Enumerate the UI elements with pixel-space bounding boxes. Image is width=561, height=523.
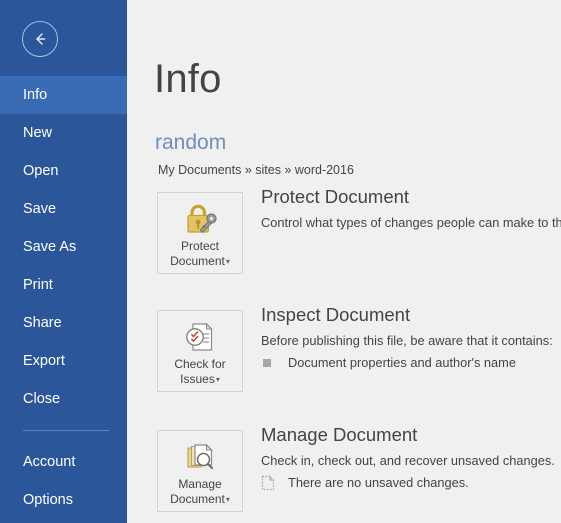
sidebar-item-label: Open (23, 163, 59, 179)
manage-document-body: Manage Document Check in, check out, and… (261, 423, 561, 493)
square-bullet-icon (261, 359, 283, 367)
info-panel: Info random My Documents » sites » word-… (127, 0, 561, 523)
check-for-issues-button-label-line1: Check for (174, 357, 226, 371)
sidebar-item-open[interactable]: Open (0, 152, 127, 190)
sidebar-item-save-as[interactable]: Save As (0, 228, 127, 266)
backstage-view: Info New Open Save Save As Print Share E… (0, 0, 561, 523)
sidebar-item-account[interactable]: Account (0, 443, 127, 481)
sidebar-menu: Info New Open Save Save As Print Share E… (0, 76, 127, 418)
chevron-down-icon: ▾ (225, 495, 230, 505)
sidebar-item-label: Print (23, 277, 53, 293)
manage-document-button-label-line1: Manage (178, 477, 222, 491)
sidebar-item-label: New (23, 125, 53, 141)
chevron-down-icon: ▾ (225, 257, 230, 267)
sidebar-item-label: Options (23, 492, 73, 508)
breadcrumb: My Documents » sites » word-2016 (158, 163, 354, 177)
inspect-document-findings: Document properties and author's name (261, 353, 561, 373)
protect-document-body: Protect Document Control what types of c… (261, 185, 561, 232)
manage-document-button[interactable]: Manage Document▾ (157, 430, 243, 512)
document-name: random (155, 131, 227, 154)
sidebar-item-label: Share (23, 315, 62, 331)
sidebar-footer-menu: Account Options (0, 443, 127, 519)
sidebar-item-label: Info (23, 87, 48, 103)
back-arrow-icon[interactable] (22, 21, 58, 57)
sidebar-item-label: Save As (23, 239, 77, 255)
protect-document-button-label-line2: Document▾ (170, 254, 230, 268)
sidebar-item-label: Close (23, 391, 61, 407)
section-description: Before publishing this file, be aware th… (261, 333, 553, 348)
list-item: There are no unsaved changes. (261, 473, 561, 493)
sidebar-item-label: Save (23, 201, 57, 217)
section-manage-document: Manage Document▾ Manage Document Check i… (127, 423, 561, 521)
check-for-issues-button[interactable]: Check for Issues▾ (157, 310, 243, 392)
backstage-sidebar: Info New Open Save Save As Print Share E… (0, 0, 127, 523)
section-description: Check in, check out, and recover unsaved… (261, 453, 555, 468)
section-title: Protect Document (261, 186, 410, 207)
list-item: Document properties and author's name (261, 353, 561, 373)
chevron-down-icon: ▾ (215, 375, 220, 385)
section-title: Inspect Document (261, 304, 411, 325)
check-for-issues-button-label-line2: Issues▾ (180, 372, 220, 386)
sidebar-item-options[interactable]: Options (0, 481, 127, 519)
padlock-key-icon (180, 200, 220, 238)
inspect-document-body: Inspect Document Before publishing this … (261, 303, 561, 373)
dotted-document-icon (261, 475, 283, 491)
list-item-label: Document properties and author's name (288, 355, 516, 370)
back-button-row (0, 0, 127, 70)
manage-document-status-list: There are no unsaved changes. (261, 473, 561, 493)
sidebar-item-save[interactable]: Save (0, 190, 127, 228)
sidebar-item-label: Export (23, 353, 65, 369)
sidebar-item-export[interactable]: Export (0, 342, 127, 380)
sidebar-item-close[interactable]: Close (0, 380, 127, 418)
sidebar-item-print[interactable]: Print (0, 266, 127, 304)
list-item-label: There are no unsaved changes. (288, 475, 469, 490)
protect-document-button-label-line1: Protect (180, 239, 219, 253)
sidebar-divider (23, 430, 109, 431)
sidebar-item-label: Account (23, 454, 76, 470)
section-description: Control what types of changes people can… (261, 215, 561, 230)
document-inspect-icon (180, 318, 220, 356)
sidebar-item-info[interactable]: Info (0, 76, 127, 114)
document-stack-search-icon (180, 438, 220, 476)
section-title: Manage Document (261, 424, 418, 445)
page-title: Info (154, 57, 222, 101)
section-protect-document: Protect Document▾ Protect Document Contr… (127, 185, 561, 283)
sidebar-item-share[interactable]: Share (0, 304, 127, 342)
protect-document-button[interactable]: Protect Document▾ (157, 192, 243, 274)
manage-document-button-label-line2: Document▾ (170, 492, 230, 506)
section-inspect-document: Check for Issues▾ Inspect Document Befor… (127, 303, 561, 401)
sidebar-item-new[interactable]: New (0, 114, 127, 152)
